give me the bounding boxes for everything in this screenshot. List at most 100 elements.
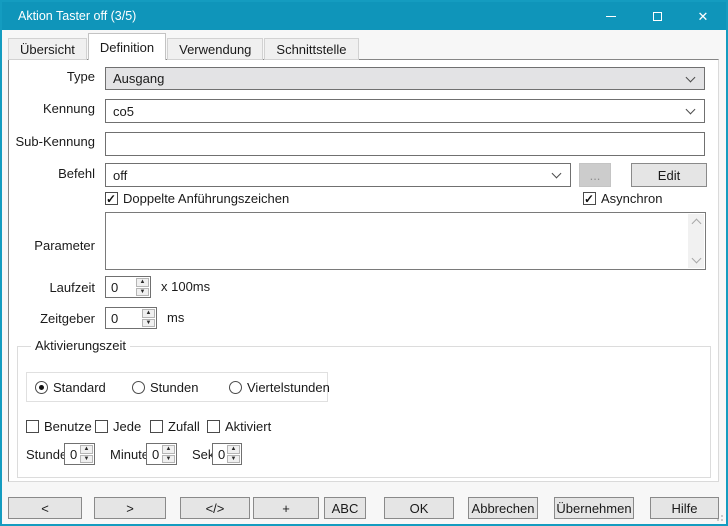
close-icon: ✕ [698,10,709,23]
radio-icon [229,381,242,394]
parameter-textarea[interactable] [105,212,706,270]
laufzeit-value: 0 [106,277,135,297]
chevron-down-icon [686,105,696,115]
radio-label: Viertelstunden [247,380,330,395]
tab-strip: Übersicht Definition Verwendung Schnitts… [8,33,360,60]
befehl-value: off [113,168,553,183]
kennung-value: co5 [113,104,687,119]
add-button[interactable]: + [253,497,319,519]
laufzeit-spinner[interactable]: 0 [105,276,151,298]
aktiviert-checkbox[interactable]: Aktiviert [207,419,271,434]
sek-spinner[interactable]: 0 [212,443,242,465]
resize-grip[interactable] [713,511,723,521]
spinner-buttons [135,277,150,297]
zeitgeber-spinner[interactable]: 0 [105,307,157,329]
chevron-down-icon [686,72,696,82]
scroll-up-icon [691,219,701,229]
tab-label: Verwendung [179,42,251,57]
asynchron-checkbox[interactable]: Asynchron [583,191,662,206]
parameter-label: Parameter [9,238,95,253]
button-label: </> [206,501,225,516]
button-label: > [126,501,134,516]
tab-definition[interactable]: Definition [88,33,166,60]
more-button-label: ... [590,168,601,183]
checkbox-icon [150,420,163,433]
minimize-button[interactable] [588,2,634,30]
spin-up-icon[interactable] [162,445,175,454]
button-label: ABC [332,501,359,516]
kennung-combobox[interactable]: co5 [105,99,705,123]
spin-down-icon[interactable] [80,455,93,464]
sub-kennung-label: Sub-Kennung [9,134,95,149]
window-title: Aktion Taster off (3/5) [2,9,136,23]
checkbox-label: Doppelte Anführungszeichen [123,191,289,206]
spin-up-icon[interactable] [80,445,93,454]
scroll-down-icon [691,254,701,264]
spinner-buttons [141,308,156,328]
tab-label: Schnittstelle [276,42,346,57]
uebernehmen-button[interactable]: Übernehmen [554,497,634,519]
spin-down-icon[interactable] [227,455,240,464]
maximize-button[interactable] [634,2,680,30]
tab-uebersicht[interactable]: Übersicht [8,38,87,60]
abbrechen-button[interactable]: Abbrechen [468,497,538,519]
checkbox-label: Jede [113,419,141,434]
button-label: OK [410,501,429,516]
spin-down-icon[interactable] [136,288,149,297]
radio-label: Standard [53,380,106,395]
spin-down-icon[interactable] [142,319,155,328]
hilfe-button[interactable]: Hilfe [650,497,719,519]
tab-label: Definition [100,40,154,55]
zufall-checkbox[interactable]: Zufall [150,419,200,434]
doppelte-anfuehrungszeichen-checkbox[interactable]: Doppelte Anführungszeichen [105,191,289,206]
checkbox-label: Aktiviert [225,419,271,434]
ok-button[interactable]: OK [384,497,454,519]
parameter-scrollbar[interactable] [688,214,704,268]
spin-up-icon[interactable] [142,309,155,318]
spin-up-icon[interactable] [227,445,240,454]
definition-tab-panel: Type Kennung Sub-Kennung Befehl Paramete… [8,59,719,482]
edit-button[interactable]: Edit [631,163,707,187]
abc-button[interactable]: ABC [324,497,366,519]
stunde-value: 0 [65,444,79,464]
type-dropdown-value: Ausgang [113,71,687,86]
edit-button-label: Edit [658,168,680,183]
close-button[interactable]: ✕ [680,2,726,30]
button-label: Abbrechen [472,501,535,516]
type-dropdown[interactable]: Ausgang [105,67,705,90]
minute-value: 0 [147,444,161,464]
radio-standard[interactable]: Standard [35,380,106,395]
prev-button[interactable]: < [8,497,82,519]
minute-spinner[interactable]: 0 [146,443,177,465]
radio-stunden[interactable]: Stunden [132,380,198,395]
zeitgeber-value: 0 [106,308,141,328]
minute-label: Minute [110,447,149,462]
checkbox-icon [105,192,118,205]
window-controls: ✕ [588,2,726,30]
spin-up-icon[interactable] [136,278,149,287]
next-button[interactable]: > [94,497,166,519]
sub-kennung-input[interactable] [105,132,705,156]
code-button[interactable]: </> [180,497,250,519]
spin-down-icon[interactable] [162,455,175,464]
tab-verwendung[interactable]: Verwendung [167,38,263,60]
spinner-buttons [79,444,94,464]
aktivierungszeit-group: Aktivierungszeit Standard Stunden Vierte… [17,346,711,478]
radio-viertelstunden[interactable]: Viertelstunden [229,380,330,395]
checkbox-icon [26,420,39,433]
tab-schnittstelle[interactable]: Schnittstelle [264,38,358,60]
kennung-label: Kennung [9,101,95,116]
type-label: Type [9,69,95,84]
befehl-combobox[interactable]: off [105,163,571,187]
dialog-window: Aktion Taster off (3/5) ✕ Übersicht Defi… [0,0,728,526]
tab-label: Übersicht [20,42,75,57]
spinner-buttons [226,444,241,464]
benutze-checkbox[interactable]: Benutze [26,419,92,434]
jede-checkbox[interactable]: Jede [95,419,141,434]
radio-icon [35,381,48,394]
zeitgeber-unit: ms [167,310,184,325]
stunde-spinner[interactable]: 0 [64,443,95,465]
befehl-more-button[interactable]: ... [579,163,611,187]
button-label: + [282,501,290,516]
sek-value: 0 [213,444,226,464]
